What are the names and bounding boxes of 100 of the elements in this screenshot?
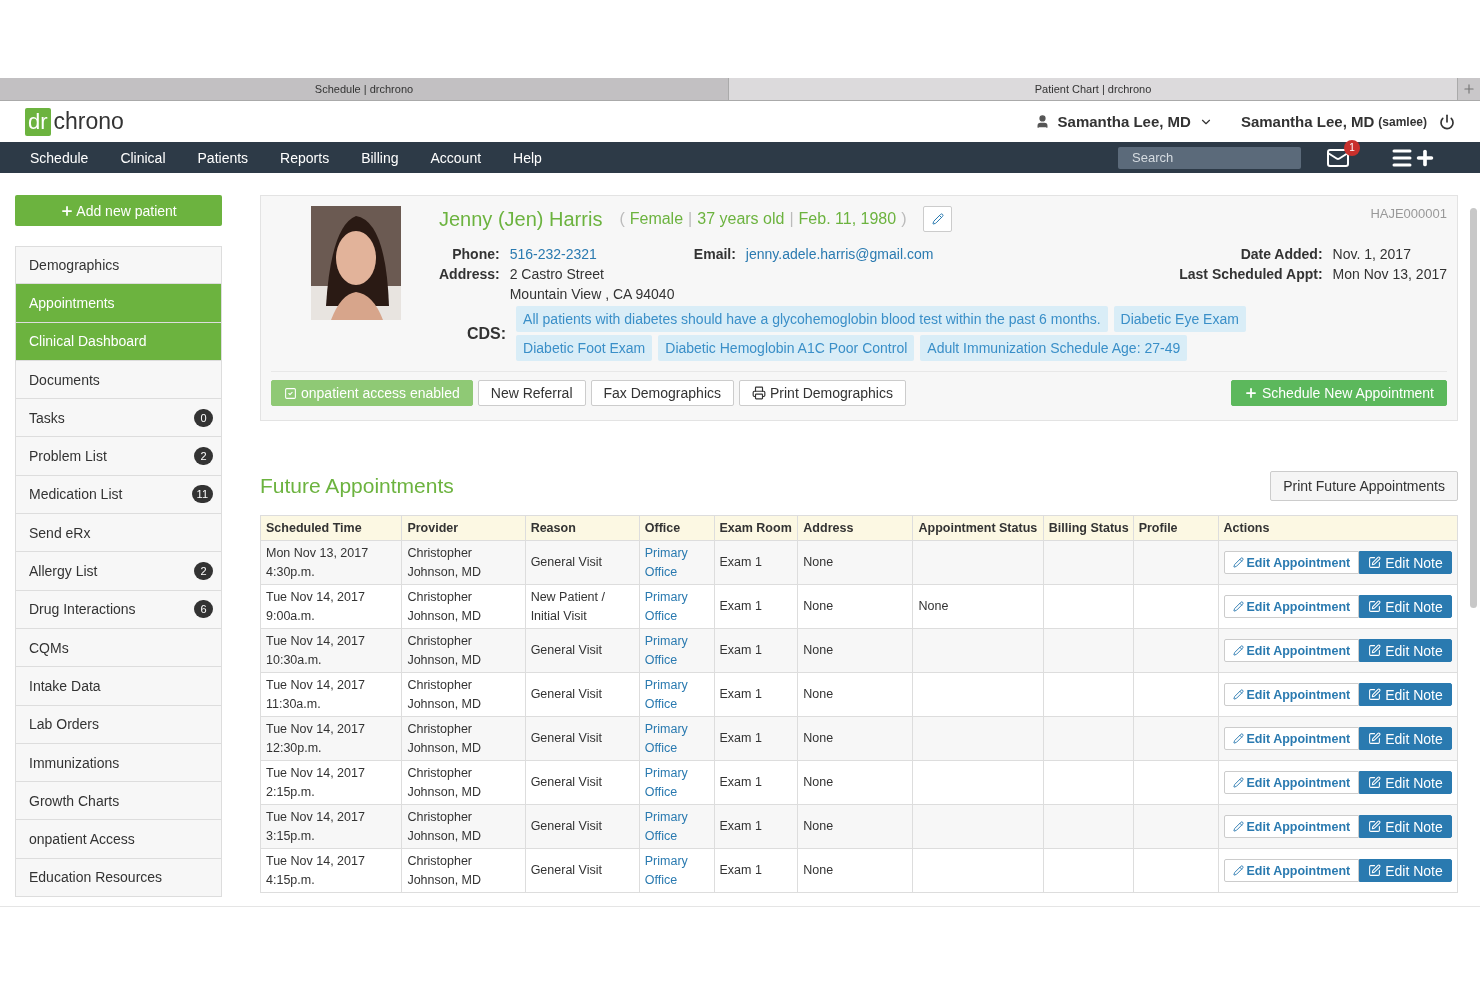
- add-patient-button[interactable]: Add new patient: [15, 195, 222, 226]
- edit-appointment-button[interactable]: Edit Appointment: [1223, 595, 1360, 618]
- edit-button[interactable]: [923, 206, 953, 232]
- pencil-icon: [1232, 601, 1244, 612]
- search-field[interactable]: Search: [1118, 146, 1301, 169]
- sidebar-item[interactable]: Immunizations: [15, 743, 222, 783]
- sidebar-item[interactable]: Tasks 0: [15, 399, 222, 438]
- cds-tag[interactable]: Diabetic Foot Exam: [516, 335, 653, 361]
- table-cell: General Visit: [525, 848, 640, 893]
- table-cell: Christopher Johnson, MD: [401, 584, 526, 629]
- edit-appointment-button[interactable]: Edit Appointment: [1223, 639, 1360, 662]
- pencil-icon: [1232, 777, 1244, 788]
- edit-note-button[interactable]: Edit Note: [1359, 771, 1452, 794]
- user-menu[interactable]: Samantha Lee, MD: [1034, 113, 1213, 130]
- table-cell: Christopher Johnson, MD: [401, 672, 526, 717]
- user-icon: [1034, 114, 1050, 129]
- column-header: Billing Status: [1043, 515, 1134, 541]
- sidebar-item[interactable]: Allergy List 2: [15, 552, 222, 591]
- print-button[interactable]: Print Future Appointments: [1270, 471, 1458, 501]
- nav-link[interactable]: Help: [497, 149, 558, 166]
- field-value: 2 Castro Street: [509, 266, 604, 282]
- action-button[interactable]: Print Demographics: [739, 380, 906, 406]
- sidebar-label: CQMs: [29, 639, 70, 656]
- edit-note-button[interactable]: Edit Note: [1359, 815, 1452, 838]
- sidebar-item[interactable]: Documents: [15, 360, 222, 400]
- sidebar-item[interactable]: Intake Data: [15, 667, 222, 706]
- sidebar-item[interactable]: Drug Interactions 6: [15, 590, 222, 629]
- separator: |: [688, 210, 693, 228]
- sidebar-item[interactable]: Send eRx: [15, 514, 222, 553]
- nav-link[interactable]: Clinical: [104, 149, 182, 166]
- field-label: CDS:: [467, 324, 507, 343]
- edit-note-button[interactable]: Edit Note: [1359, 859, 1452, 882]
- browser-tab[interactable]: Patient Chart | drchrono: [729, 78, 1458, 100]
- edit-note-button[interactable]: Edit Note: [1359, 639, 1452, 662]
- browser-tab[interactable]: Schedule | drchrono: [0, 78, 729, 100]
- column-header: Provider: [401, 515, 526, 541]
- table-cell: Christopher Johnson, MD: [401, 716, 526, 761]
- phone-link[interactable]: 516-232-2321: [509, 246, 604, 262]
- action-button[interactable]: Schedule New Appointment: [1231, 380, 1447, 406]
- sidebar-label: Documents: [29, 371, 101, 388]
- field-label: Address:: [439, 266, 500, 282]
- power-icon[interactable]: [1439, 113, 1455, 130]
- edit-appointment-button[interactable]: Edit Appointment: [1223, 727, 1360, 750]
- sidebar-item[interactable]: Demographics: [15, 246, 222, 285]
- sidebar-label: Appointments: [29, 294, 116, 311]
- nav-link[interactable]: Schedule: [14, 149, 105, 166]
- sidebar-item[interactable]: Growth Charts: [15, 782, 222, 821]
- edit-note-button[interactable]: Edit Note: [1359, 727, 1452, 750]
- edit-appointment-button[interactable]: Edit Appointment: [1223, 815, 1360, 838]
- nav-link[interactable]: Billing: [345, 149, 415, 166]
- edit-appointment-button[interactable]: Edit Appointment: [1223, 551, 1360, 574]
- table-cell: Exam 1: [714, 804, 798, 849]
- sidebar-label: Medication List: [29, 486, 124, 503]
- field-value: Nov. 1, 2017: [1332, 246, 1412, 262]
- table-cell: Exam 1: [714, 584, 798, 629]
- pencil-icon: [931, 213, 944, 225]
- table-cell: Christopher Johnson, MD: [401, 848, 526, 893]
- nav-link[interactable]: Account: [414, 149, 498, 166]
- table-cell: None: [797, 672, 913, 717]
- edit-appointment-button[interactable]: Edit Appointment: [1223, 859, 1360, 882]
- edit-note-button[interactable]: Edit Note: [1359, 551, 1452, 574]
- scrollbar[interactable]: [1470, 208, 1477, 608]
- table-cell: Tue Nov 14, 2017 11:30a.m.: [260, 672, 402, 717]
- cds-tag[interactable]: Diabetic Hemoglobin A1C Poor Control: [658, 335, 915, 361]
- cds-tag[interactable]: Adult Immunization Schedule Age: 27-49: [920, 335, 1188, 361]
- sidebar-item[interactable]: Problem List 2: [15, 437, 222, 476]
- sidebar-label: Intake Data: [29, 677, 102, 694]
- edit-note-button[interactable]: Edit Note: [1359, 595, 1452, 618]
- nav-link[interactable]: Reports: [264, 149, 346, 166]
- sidebar-item[interactable]: CQMs: [15, 628, 222, 668]
- field-label: Phone:: [451, 246, 500, 262]
- pencil-icon: [1232, 689, 1244, 700]
- table-cell: None: [797, 628, 913, 673]
- table-cell: Tue Nov 14, 2017 12:30p.m.: [260, 716, 402, 761]
- email-link[interactable]: jenny.adele.harris@gmail.com: [745, 246, 1170, 262]
- sidebar-item[interactable]: Lab Orders: [15, 705, 222, 744]
- count-badge: 2: [194, 562, 213, 580]
- sidebar-item[interactable]: Education Resources: [15, 858, 222, 898]
- action-button[interactable]: New Referral: [477, 380, 586, 406]
- table-cell: None: [797, 848, 913, 893]
- field-label: Email:: [693, 246, 736, 262]
- table-cell: Christopher Johnson, MD: [401, 760, 526, 805]
- action-button[interactable]: Fax Demographics: [590, 380, 734, 406]
- sidebar-item[interactable]: onpatient Access: [15, 820, 222, 859]
- sidebar-item[interactable]: Clinical Dashboard: [15, 322, 222, 361]
- edit-appointment-button[interactable]: Edit Appointment: [1223, 771, 1360, 794]
- sidebar-item[interactable]: Medication List 11: [15, 475, 222, 515]
- table-cell: Christopher Johnson, MD: [401, 540, 526, 585]
- bracket: ): [901, 210, 907, 228]
- nav-link[interactable]: Patients: [181, 149, 265, 166]
- cds-tag[interactable]: Diabetic Eye Exam: [1113, 306, 1246, 332]
- table-cell: None: [797, 716, 913, 761]
- edit-icon: [1368, 556, 1382, 569]
- sidebar-label: Demographics: [29, 257, 121, 274]
- cds-tag[interactable]: All patients with diabetes should have a glycohemoglobin blood test within the past 6 months.: [516, 306, 1108, 332]
- plus-icon: [60, 203, 75, 218]
- edit-note-button[interactable]: Edit Note: [1359, 683, 1452, 706]
- edit-appointment-button[interactable]: Edit Appointment: [1223, 683, 1360, 706]
- sidebar-item[interactable]: Appointments: [15, 284, 222, 323]
- table-cell: None: [797, 760, 913, 805]
